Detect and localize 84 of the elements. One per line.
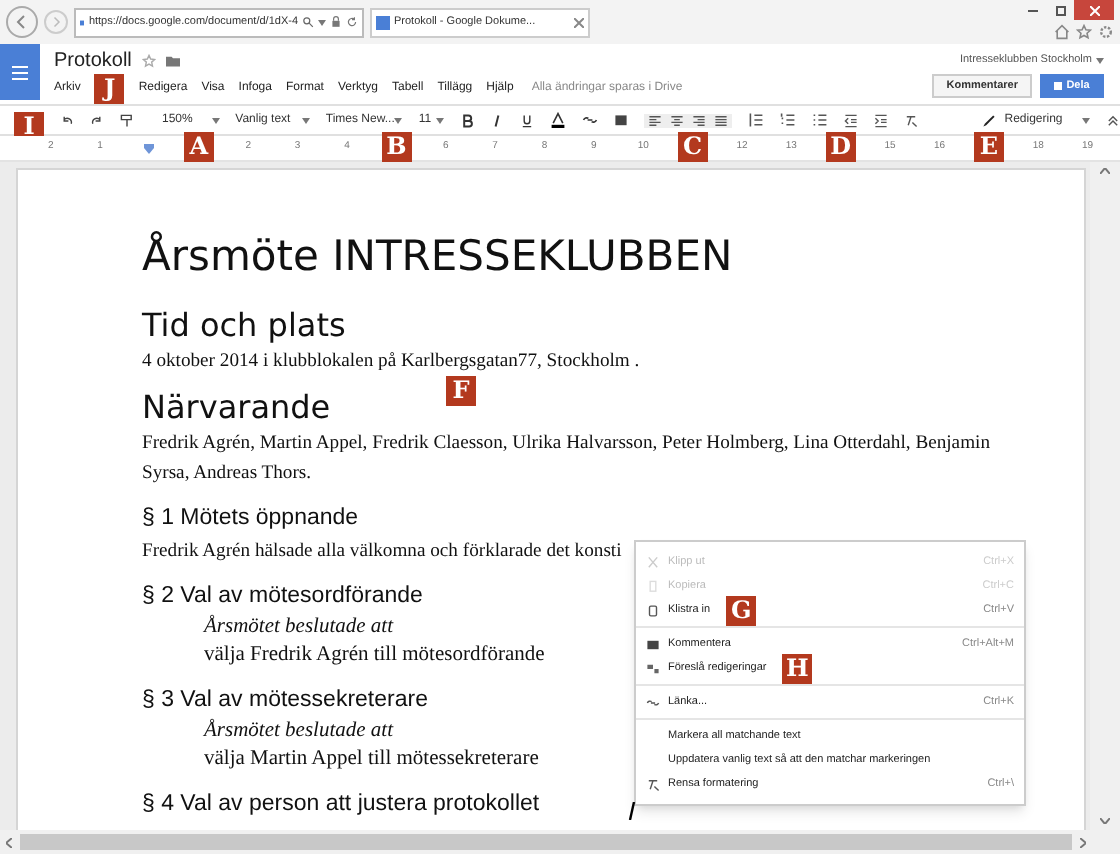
paragraph: 4 oktober 2014 i klubblokalen på Karlbergsgatan77, Stockholm . — [142, 348, 640, 377]
caret-icon — [436, 117, 445, 123]
close-button[interactable] — [1074, 0, 1114, 20]
caret-icon — [318, 19, 326, 25]
clear-format-icon[interactable] — [904, 113, 919, 127]
section-heading: § 3 Val av mötessekreterare — [142, 686, 428, 717]
text-cursor-icon — [628, 802, 636, 820]
callout-label: F — [446, 376, 476, 407]
section-heading: § 4 Val av person att justera protokollet — [142, 790, 540, 821]
suggest-icon — [646, 661, 660, 675]
clear-format-icon — [646, 777, 660, 791]
align-right-icon[interactable] — [692, 113, 707, 127]
increase-indent-icon[interactable] — [874, 113, 889, 127]
heading: Tid och plats — [142, 306, 346, 347]
docs-logo[interactable] — [0, 44, 40, 100]
settings-icon[interactable] — [1098, 24, 1114, 40]
caret-icon — [211, 117, 220, 123]
refresh-icon[interactable] — [346, 16, 358, 28]
link-icon — [646, 695, 660, 709]
document-title: Årsmöte INTRESSEKLUBBEN — [142, 230, 733, 283]
decrease-indent-icon[interactable] — [844, 113, 859, 127]
callout-label: H — [782, 653, 813, 683]
callout-label: G — [726, 595, 757, 625]
callout-label: E — [973, 131, 1004, 161]
text-color-icon[interactable] — [550, 112, 567, 128]
pencil-icon — [982, 113, 997, 127]
callout-label: D — [825, 131, 856, 161]
heading: Närvarande — [142, 388, 331, 429]
paragraph: Årsmötet beslutade att — [204, 718, 393, 747]
link-icon[interactable] — [582, 112, 599, 128]
italic-icon[interactable] — [490, 113, 505, 127]
scissors-icon — [646, 555, 660, 569]
justify-icon[interactable] — [714, 113, 729, 127]
redo-icon[interactable] — [90, 113, 104, 127]
star-icon[interactable] — [141, 53, 156, 67]
back-button[interactable] — [6, 6, 38, 38]
paragraph: Årsmötet beslutade att — [204, 614, 393, 643]
underline-icon[interactable] — [520, 113, 535, 127]
paragraph: välja Martin Appel till mötessekreterare — [204, 746, 539, 775]
callout-label: J — [94, 74, 125, 104]
numbered-list-icon[interactable] — [780, 112, 797, 128]
indent-marker-icon[interactable] — [144, 143, 155, 153]
bulleted-list-icon[interactable] — [812, 112, 829, 128]
bold-icon[interactable] — [460, 113, 475, 127]
horizontal-scrollbar[interactable] — [0, 830, 1120, 854]
caret-up-icon[interactable] — [1100, 168, 1110, 174]
align-left-icon[interactable] — [648, 113, 663, 127]
paragraph: välja Fredrik Agrén till mötesordförande — [204, 642, 545, 671]
align-center-icon[interactable] — [670, 113, 685, 127]
comment-icon — [646, 637, 660, 651]
comment-icon[interactable] — [614, 113, 629, 127]
arrow-right-icon — [50, 16, 62, 28]
document-name[interactable]: Protokoll — [54, 45, 132, 75]
arrow-left-icon — [14, 14, 30, 30]
callout-label: C — [677, 131, 708, 161]
vertical-scrollbar[interactable] — [1090, 162, 1120, 830]
paint-format-icon[interactable] — [120, 113, 134, 127]
star-icon[interactable] — [1076, 24, 1092, 40]
section-heading: § 1 Mötets öppnande — [142, 504, 359, 535]
document-icon — [376, 15, 390, 29]
copy-icon — [646, 579, 660, 593]
caret-right-icon[interactable] — [1080, 837, 1086, 847]
close-icon[interactable] — [574, 17, 584, 27]
caret-icon — [1096, 57, 1104, 64]
collapse-icon[interactable] — [1105, 113, 1120, 127]
scrollbar-thumb[interactable] — [20, 834, 1072, 850]
caret-down-icon[interactable] — [1100, 818, 1110, 824]
caret-icon — [394, 117, 403, 123]
clipboard-icon — [646, 603, 660, 617]
callout-label: A — [183, 131, 214, 161]
search-icon[interactable] — [302, 16, 314, 28]
caret-icon — [301, 117, 310, 123]
callout-label: B — [381, 131, 412, 161]
close-icon — [1089, 5, 1099, 15]
caret-left-icon[interactable] — [6, 837, 12, 847]
paragraph: Fredrik Agrén, Martin Appel, Fredrik Claesson, Ulrika Halvarsson, Peter Holmberg, Lina Otterdahl, Benjamin Syrsa, Andreas Thors. — [142, 430, 992, 489]
section-heading: § 2 Val av mötesordförande — [142, 582, 423, 613]
paragraph: Fredrik Agrén hälsade alla välkomna och förklarade det konsti — [142, 538, 622, 567]
undo-icon[interactable] — [60, 113, 74, 127]
home-icon[interactable] — [1054, 24, 1070, 40]
folder-icon[interactable] — [165, 53, 180, 67]
caret-icon — [1081, 117, 1090, 123]
document-icon — [80, 15, 85, 29]
line-spacing-icon[interactable] — [748, 112, 765, 128]
